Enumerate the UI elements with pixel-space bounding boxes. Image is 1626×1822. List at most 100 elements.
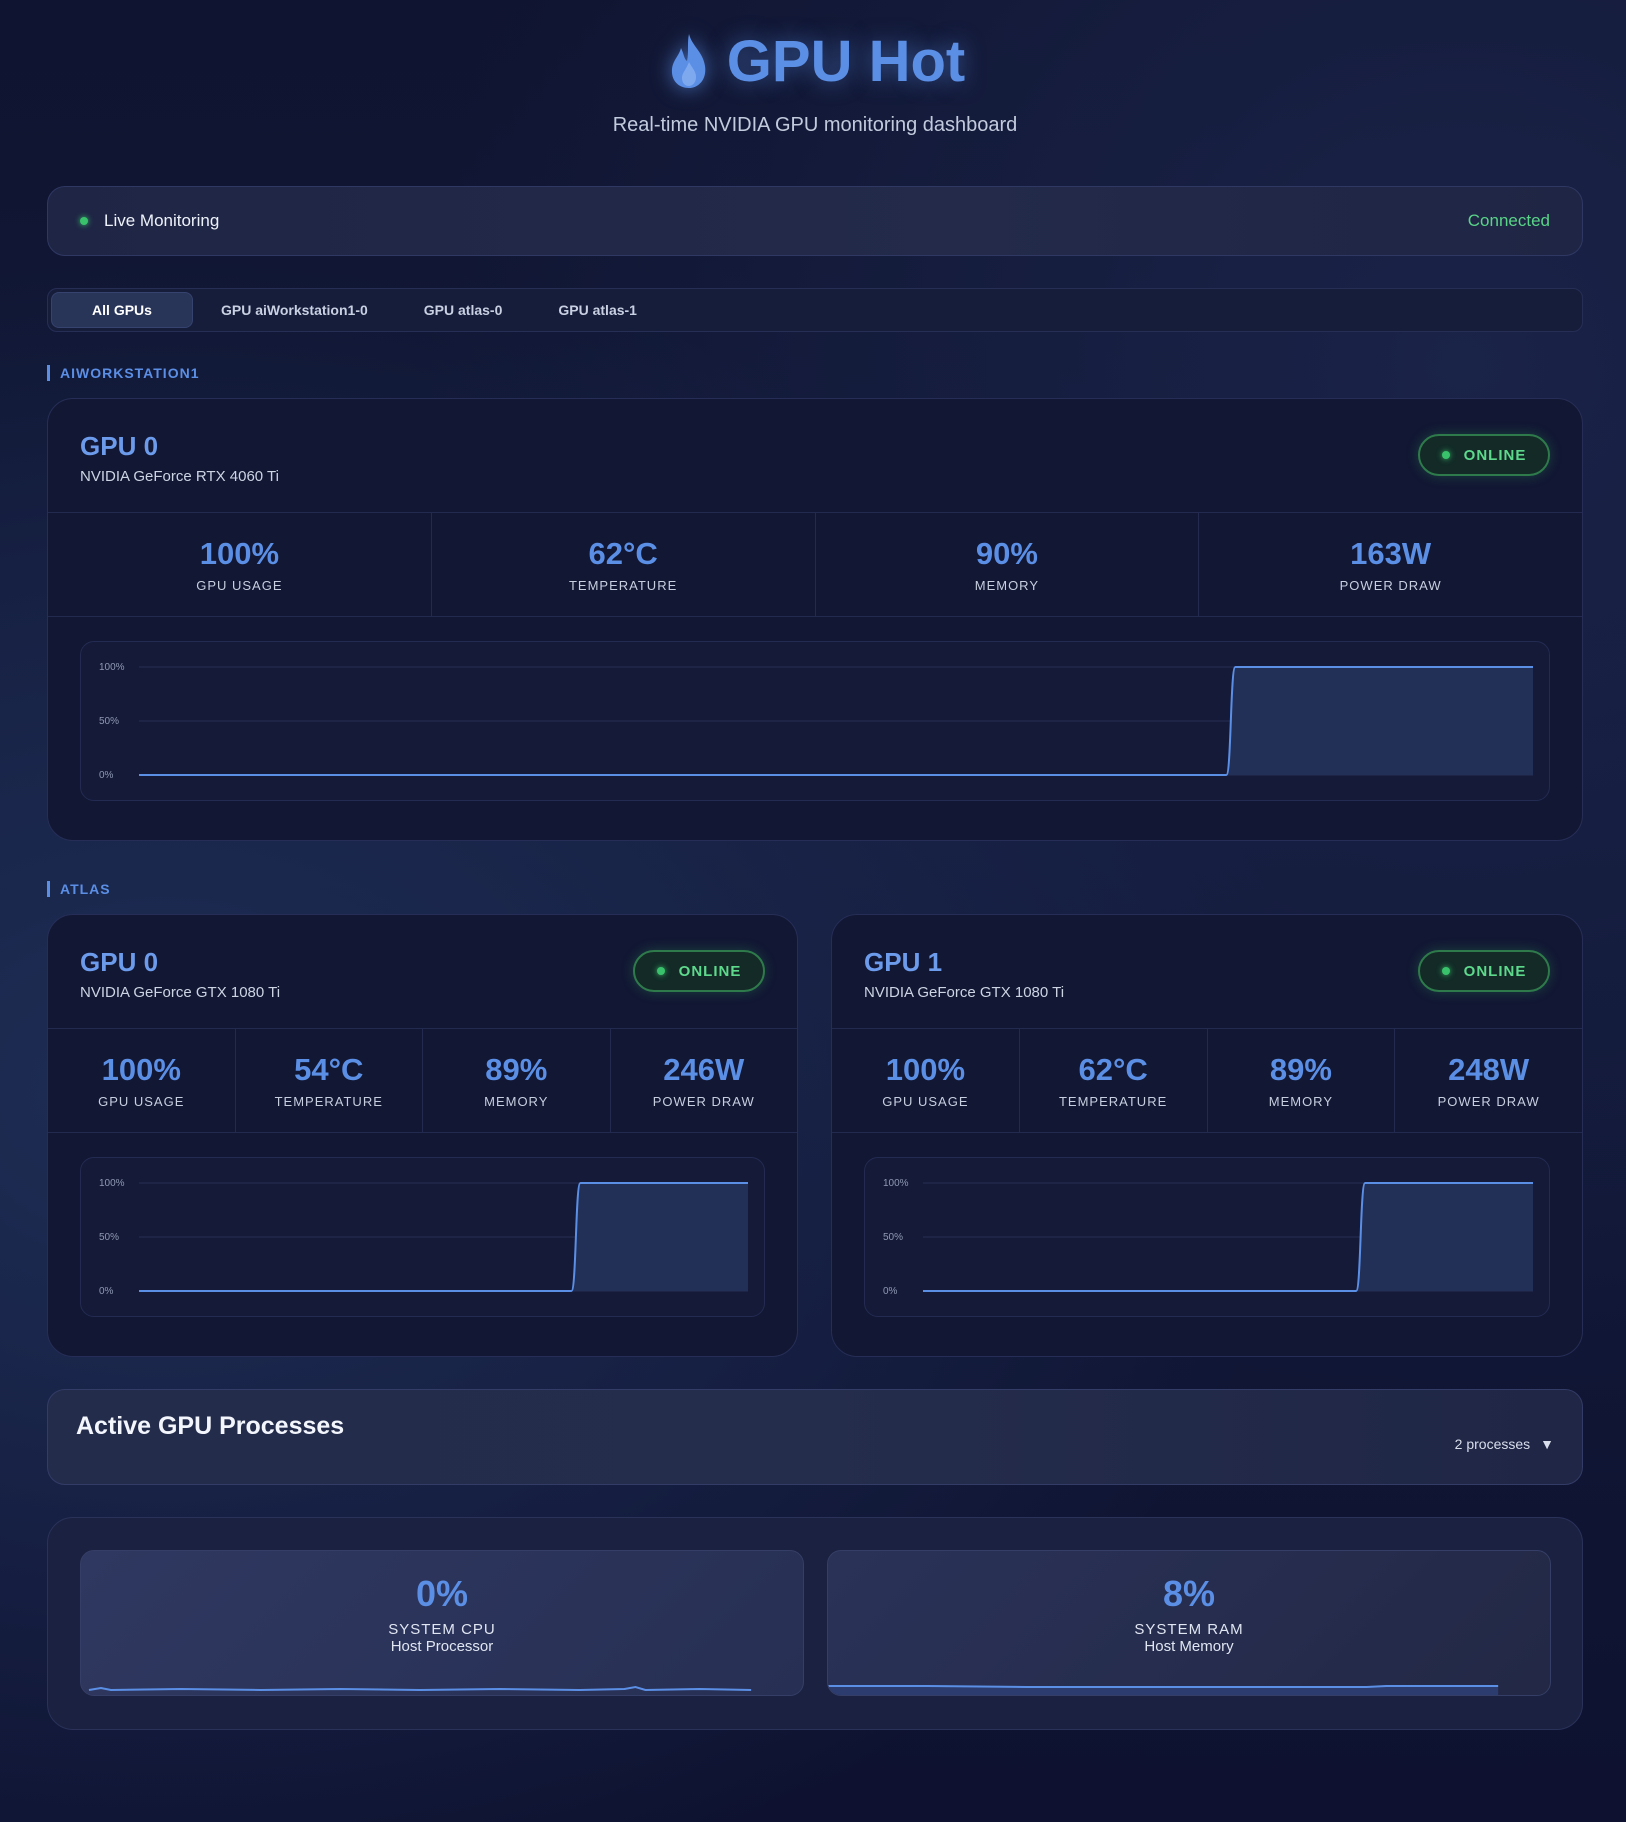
metric-power-draw: 163W POWER DRAW	[1199, 513, 1582, 616]
metric-value: 100%	[885, 1052, 966, 1087]
metric-label: POWER DRAW	[1339, 578, 1442, 593]
system-ram-label: SYSTEM RAM	[1134, 1621, 1244, 1638]
online-dot-icon	[1441, 451, 1450, 459]
status-badge-label: ONLINE	[678, 962, 742, 980]
online-dot-icon	[1441, 967, 1450, 975]
chart-tick-label: 0%	[99, 1286, 114, 1297]
metric-value: 90%	[975, 536, 1038, 571]
processes-toggle[interactable]: 2 processes ▼	[1455, 1436, 1554, 1452]
chart-tick-label: 50%	[99, 1232, 119, 1243]
system-ram-value: 8%	[1162, 1573, 1216, 1614]
chart-tick-label: 50%	[99, 716, 119, 727]
system-cpu-label: SYSTEM CPU	[388, 1621, 496, 1638]
gpu-metrics: 100% GPU USAGE 54°C TEMPERATURE 89% MEMO…	[48, 1029, 797, 1133]
flame-icon	[671, 34, 706, 88]
metric-label: MEMORY	[974, 578, 1039, 593]
chart-tick-label: 0%	[883, 1286, 898, 1297]
chart-svg: 100% 50% 0%	[99, 662, 1533, 781]
metric-value: 62°C	[1078, 1052, 1148, 1087]
host-label-atlas: ATLAS	[47, 881, 111, 897]
metric-temperature: 62°C TEMPERATURE	[432, 513, 816, 616]
metric-value: 62°C	[588, 536, 658, 571]
metric-memory: 89% MEMORY	[423, 1029, 611, 1132]
app-title: GPU Hot	[726, 28, 966, 94]
gpu-usage-chart: 100% 50% 0%	[80, 1157, 765, 1317]
gpu-card-aiworkstation1-0[interactable]: GPU 0 NVIDIA GeForce RTX 4060 Ti ONLINE …	[47, 398, 1583, 841]
tab-gpu-atlas-1[interactable]: GPU atlas-1	[530, 292, 665, 328]
metric-value: 163W	[1350, 536, 1432, 571]
metric-value: 100%	[199, 536, 280, 571]
chart-svg: 100% 50% 0%	[99, 1178, 748, 1297]
metric-label: TEMPERATURE	[274, 1094, 383, 1109]
chart-tick-label: 100%	[99, 662, 125, 673]
metric-gpu-usage: 100% GPU USAGE	[48, 1029, 236, 1132]
online-dot-icon	[656, 967, 665, 975]
status-badge-label: ONLINE	[1463, 446, 1527, 464]
metric-label: MEMORY	[484, 1094, 549, 1109]
metric-value: 100%	[101, 1052, 181, 1087]
dashboard: GPU Hot Real-time NVIDIA GPU monitoring …	[47, 0, 1583, 1730]
metric-gpu-usage: 100% GPU USAGE	[48, 513, 432, 616]
metric-power-draw: 248W POWER DRAW	[1395, 1029, 1582, 1132]
gpu-model: NVIDIA GeForce RTX 4060 Ti	[80, 468, 279, 485]
gpu-card-header: GPU 0 NVIDIA GeForce GTX 1080 Ti ONLINE	[48, 915, 797, 1029]
chart-tick-label: 100%	[883, 1178, 909, 1189]
metric-value: 89%	[485, 1052, 548, 1087]
system-cpu-sub: Host Processor	[390, 1638, 494, 1655]
page-subtitle: Real-time NVIDIA GPU monitoring dashboar…	[612, 114, 1018, 136]
chevron-down-icon: ▼	[1540, 1436, 1554, 1452]
system-cpu-sparkline	[88, 1685, 752, 1692]
processes-count: 2 processes	[1454, 1436, 1531, 1452]
gpu-card-header: GPU 0 NVIDIA GeForce RTX 4060 Ti ONLINE	[48, 399, 1582, 513]
status-badge: ONLINE	[1418, 950, 1550, 992]
system-cpu-card: 0% SYSTEM CPU Host Processor	[80, 1550, 804, 1696]
status-badge: ONLINE	[633, 950, 765, 992]
live-monitoring-indicator: Live Monitoring	[80, 211, 219, 231]
metric-label: GPU USAGE	[98, 1094, 185, 1109]
chart-tick-label: 0%	[99, 770, 114, 781]
live-dot-icon	[80, 217, 88, 225]
system-panel: 0% SYSTEM CPU Host Processor 8% SYSTEM R…	[47, 1517, 1583, 1730]
chart-area	[1356, 1183, 1533, 1291]
system-cpu-value: 0%	[415, 1573, 469, 1614]
gpu-usage-chart: 100% 50% 0%	[864, 1157, 1550, 1317]
page-header: GPU Hot Real-time NVIDIA GPU monitoring …	[47, 0, 1583, 137]
active-processes-panel[interactable]: Active GPU Processes 2 processes ▼	[47, 1389, 1583, 1485]
metric-label: TEMPERATURE	[568, 578, 678, 593]
connection-status: Connected	[1467, 211, 1550, 230]
metric-label: GPU USAGE	[196, 578, 283, 593]
gpu-card-atlas-0[interactable]: GPU 0 NVIDIA GeForce GTX 1080 Ti ONLINE …	[47, 914, 798, 1357]
gpu-usage-chart: 100% 50% 0%	[80, 641, 1550, 801]
chart-area	[1226, 667, 1533, 775]
status-bar: Live Monitoring Connected	[47, 186, 1583, 256]
metric-label: GPU USAGE	[882, 1094, 969, 1109]
metric-power-draw: 246W POWER DRAW	[611, 1029, 798, 1132]
host-label-aiworkstation1: AIWORKSTATION1	[47, 365, 199, 381]
metric-value: 248W	[1448, 1052, 1530, 1087]
metric-gpu-usage: 100% GPU USAGE	[832, 1029, 1020, 1132]
gpu-metrics: 100% GPU USAGE 62°C TEMPERATURE 90% MEMO…	[48, 513, 1582, 617]
metric-memory: 90% MEMORY	[816, 513, 1200, 616]
status-badge-label: ONLINE	[1463, 962, 1527, 980]
system-ram-card: 8% SYSTEM RAM Host Memory	[827, 1550, 1551, 1696]
metric-value: 89%	[1269, 1052, 1332, 1087]
metric-value: 246W	[663, 1052, 745, 1087]
chart-tick-label: 100%	[99, 1178, 125, 1189]
chart-area	[571, 1183, 748, 1291]
tab-gpu-aiworkstation1-0[interactable]: GPU aiWorkstation1-0	[193, 292, 396, 328]
status-badge: ONLINE	[1418, 434, 1550, 476]
gpu-card-atlas-1[interactable]: GPU 1 NVIDIA GeForce GTX 1080 Ti ONLINE …	[831, 914, 1583, 1357]
metric-label: POWER DRAW	[652, 1094, 755, 1109]
metric-label: TEMPERATURE	[1058, 1094, 1168, 1109]
gpu-card-header: GPU 1 NVIDIA GeForce GTX 1080 Ti ONLINE	[832, 915, 1582, 1029]
metric-temperature: 54°C TEMPERATURE	[236, 1029, 423, 1132]
tab-all-gpus[interactable]: All GPUs	[51, 292, 193, 328]
tab-gpu-atlas-0[interactable]: GPU atlas-0	[396, 292, 531, 328]
gpu-metrics: 100% GPU USAGE 62°C TEMPERATURE 89% MEMO…	[832, 1029, 1582, 1133]
metric-value: 54°C	[294, 1052, 364, 1087]
page-title: GPU Hot	[665, 26, 965, 96]
metric-label: POWER DRAW	[1437, 1094, 1540, 1109]
metric-temperature: 62°C TEMPERATURE	[1020, 1029, 1208, 1132]
metric-memory: 89% MEMORY	[1208, 1029, 1396, 1132]
system-ram-sub: Host Memory	[1144, 1638, 1234, 1655]
